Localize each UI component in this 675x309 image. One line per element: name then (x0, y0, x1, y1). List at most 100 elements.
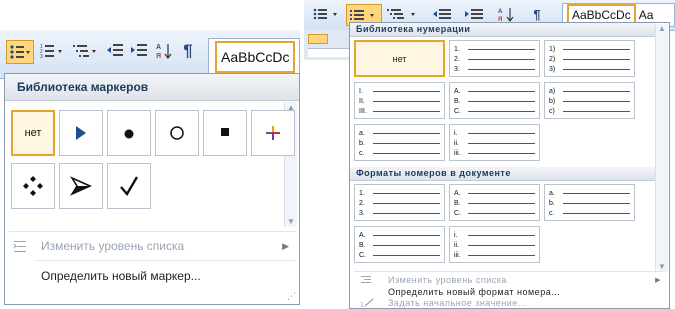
number-marker: III. (359, 107, 367, 115)
doc-format-alpha-upper-cell[interactable]: A. B. C. (449, 184, 540, 221)
number-marker: 3. (454, 65, 460, 73)
number-marker: 3. (359, 209, 365, 217)
set-starting-value-label: Задать начальное значение... (388, 297, 527, 308)
pilcrow-icon: ¶ (183, 41, 193, 60)
numbered-list-icon: 1 2 3 (40, 44, 62, 59)
number-marker: C. (454, 209, 461, 217)
number-marker: a. (549, 189, 555, 197)
bullets-list-icon (313, 8, 337, 20)
decrease-indent-button-right[interactable] (428, 4, 456, 24)
show-formatting-button[interactable]: ¶ (178, 40, 198, 62)
style-next-preview-right[interactable]: Aa (639, 8, 654, 22)
number-marker: A. (454, 189, 461, 197)
number-marker: A. (454, 87, 461, 95)
bullets-button-right[interactable] (310, 4, 344, 24)
numbering-alpha-lower-dot-cell[interactable]: a. b. c. (354, 124, 445, 161)
number-marker: c. (359, 149, 365, 157)
resize-grip-icon[interactable]: ⋰ (287, 291, 296, 302)
show-formatting-button-right[interactable]: ¶ (524, 4, 550, 24)
bullet-four-diamond-cell[interactable] (11, 163, 55, 209)
number-marker: 1) (549, 45, 556, 53)
set-value-icon: 1 (360, 298, 374, 308)
numbering-library-dropdown: Библиотека нумерации ▲ ▼ нет 1. 2. 3. 1)… (349, 22, 670, 309)
doc-format-alpha-lower-dot-cell[interactable]: a. b. c. (544, 184, 635, 221)
chevron-right-icon: ▶ (655, 276, 661, 284)
number-marker: 2. (359, 199, 365, 207)
numbering-decimal-paren-cell[interactable]: 1) 2) 3) (544, 40, 635, 77)
bullet-color-cross-cell[interactable] (251, 110, 295, 156)
numbering-roman-lower-cell[interactable]: i. ii. iii. (449, 124, 540, 161)
scroll-up-icon[interactable]: ▲ (658, 24, 666, 33)
define-new-bullet-item[interactable]: Определить новый маркер... (5, 265, 299, 287)
change-list-level-label-right: Изменить уровень списка (388, 274, 507, 285)
align-button[interactable] (308, 34, 328, 44)
doc-format-decimal-dot-cell[interactable]: 1. 2. 3. (354, 184, 445, 221)
number-marker: c. (549, 209, 555, 217)
number-marker: 2) (549, 55, 556, 63)
number-marker: B. (359, 241, 366, 249)
sort-button[interactable]: A Я (154, 40, 174, 62)
bullet-none-cell[interactable]: нет (11, 110, 55, 156)
increase-indent-icon (465, 9, 483, 19)
increase-indent-button[interactable] (128, 40, 150, 62)
number-marker: B. (454, 199, 461, 207)
menu-divider (354, 271, 665, 272)
bullet-filled-circle-cell[interactable] (107, 110, 151, 156)
decrease-indent-icon (433, 9, 451, 19)
number-marker: II. (359, 97, 365, 105)
bullet-library-header: Библиотека маркеров (5, 74, 299, 101)
define-new-bullet-label: Определить новый маркер... (41, 269, 201, 283)
numbering-button[interactable]: 1 2 3 (38, 40, 66, 62)
hollow-circle-bullet-icon (170, 126, 184, 140)
svg-text:Я: Я (156, 53, 161, 60)
bullets-button[interactable] (6, 40, 34, 64)
number-marker: 3) (549, 65, 556, 73)
bullets-list-icon (10, 45, 30, 59)
doc-format-roman-lower-cell[interactable]: i. ii. iii. (449, 226, 540, 263)
style-normal-preview[interactable]: AaBbCcDc (215, 41, 296, 73)
number-marker: b. (359, 139, 365, 147)
decrease-indent-icon (107, 44, 123, 56)
numbering-roman-upper-cell[interactable]: I. II. III. (354, 82, 445, 119)
styles-gallery[interactable]: AaBbCcDc Aa (208, 38, 300, 76)
set-starting-value-item[interactable]: 1 Задать начальное значение... (350, 296, 669, 309)
bullet-filled-square-cell[interactable] (203, 110, 247, 156)
filled-circle-bullet-icon (124, 129, 134, 139)
bullet-arrow-pointer-cell[interactable] (59, 163, 103, 209)
list-level-icon (13, 241, 26, 252)
sort-az-icon: A Я (156, 44, 172, 60)
number-marker: c) (549, 107, 555, 115)
bullet-hollow-circle-cell[interactable] (155, 110, 199, 156)
multilevel-list-button-right[interactable] (384, 4, 422, 24)
doc-format-alpha-upper-2-cell[interactable]: A. B. C. (354, 226, 445, 263)
color-cross-bullet-icon (266, 126, 280, 140)
sort-button-right[interactable]: A Я (492, 4, 520, 24)
bullet-checkmark-cell[interactable] (107, 163, 151, 209)
pilcrow-icon: ¶ (533, 6, 541, 22)
number-marker: 1. (359, 189, 365, 197)
numbering-library-header: Библиотека нумерации (350, 23, 655, 37)
numbered-list-icon (350, 10, 374, 20)
numbering-alpha-lower-paren-cell[interactable]: a) b) c) (544, 82, 635, 119)
number-marker: 2. (454, 55, 460, 63)
numbering-alpha-upper-cell[interactable]: A. B. C. (449, 82, 540, 119)
number-marker: C. (359, 251, 366, 259)
decrease-indent-button[interactable] (104, 40, 126, 62)
change-list-level-item[interactable]: Изменить уровень списка ▶ (5, 235, 299, 257)
scroll-down-icon[interactable]: ▼ (658, 262, 666, 271)
multilevel-list-button[interactable] (70, 40, 100, 62)
numbering-decimal-dot-cell[interactable]: 1. 2. 3. (449, 40, 540, 77)
arrow-pointer-bullet-icon (70, 176, 92, 196)
bullet-library-dropdown: Библиотека маркеров ▲ ▼ нет Изменить уро… (4, 73, 300, 305)
increase-indent-button-right[interactable] (460, 4, 488, 24)
number-marker: I. (359, 87, 363, 95)
numbering-none-cell[interactable]: нет (354, 40, 445, 77)
style-next-preview[interactable]: Aa (298, 49, 299, 65)
checkmark-bullet-icon (120, 176, 139, 197)
number-marker: a) (549, 87, 556, 95)
numbering-library-scrollbar[interactable]: ▲ ▼ (655, 24, 668, 271)
number-marker: iii. (454, 149, 461, 157)
bullet-arrowhead-cell[interactable] (59, 110, 103, 156)
scroll-down-icon[interactable]: ▼ (287, 217, 295, 226)
number-marker: b. (549, 199, 555, 207)
